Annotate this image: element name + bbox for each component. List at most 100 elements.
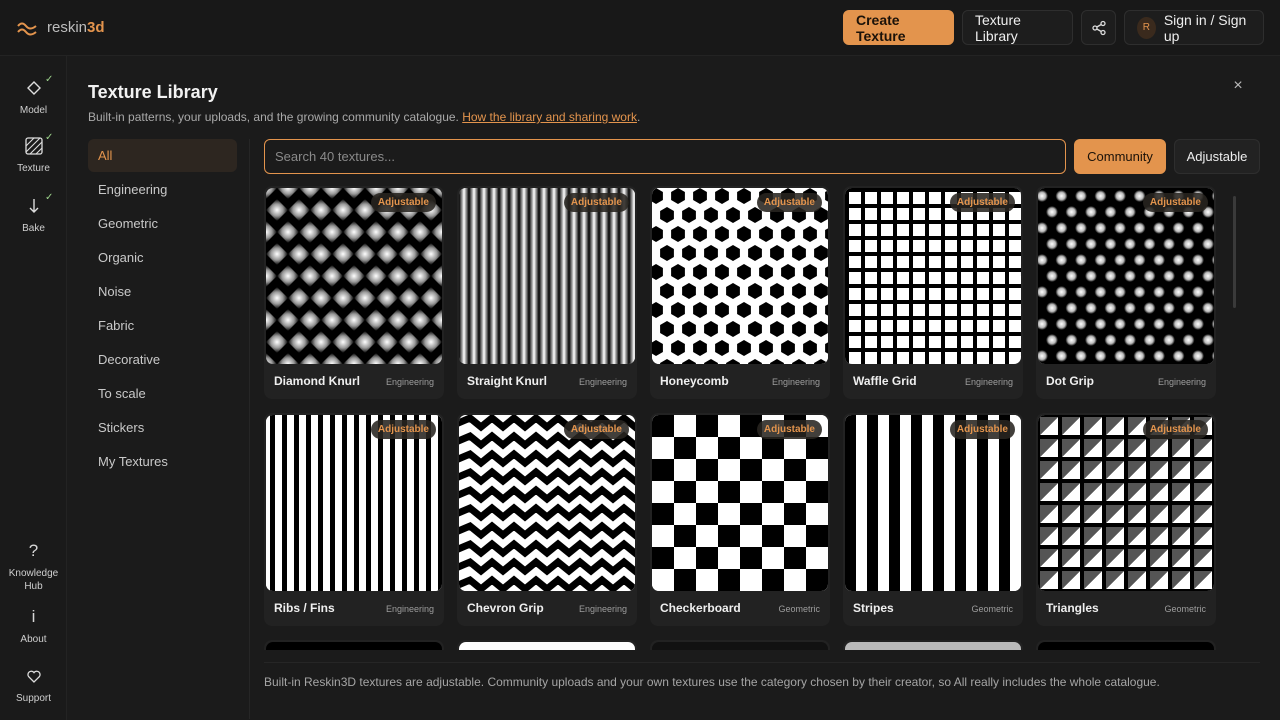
rail-item-texture[interactable]: ✓ Texture xyxy=(0,132,67,175)
adjustable-badge: Adjustable xyxy=(756,420,822,439)
texture-card[interactable]: Adjustable Ribs / Fins Engineering xyxy=(264,413,444,626)
rail-item-model[interactable]: ✓ Model xyxy=(0,74,67,117)
community-filter-button[interactable]: Community xyxy=(1074,139,1166,174)
texture-name: Waffle Grid xyxy=(853,374,917,388)
texture-card[interactable]: Adjustable Chevron Grip Engineering xyxy=(457,413,637,626)
texture-grid: Adjustable Diamond Knurl Engineering Adjust… xyxy=(264,186,1224,650)
texture-name: Honeycomb xyxy=(660,374,729,388)
texture-category: Geometric xyxy=(778,604,820,614)
texture-card[interactable] xyxy=(457,640,637,650)
adjustable-badge: Adjustable xyxy=(370,420,436,439)
scrollbar[interactable] xyxy=(1232,186,1238,650)
category-engineering[interactable]: Engineering xyxy=(88,173,237,206)
texture-thumbnail xyxy=(266,188,442,364)
rail-label-about: About xyxy=(20,634,47,645)
texture-card[interactable]: Adjustable Stripes Geometric xyxy=(843,413,1023,626)
close-icon[interactable]: × xyxy=(1228,76,1248,96)
category-my-textures[interactable]: My Textures xyxy=(88,445,237,478)
sign-in-button[interactable]: R Sign in / Sign up xyxy=(1124,10,1264,45)
divider xyxy=(249,139,250,719)
rail-label-bake: Bake xyxy=(22,223,45,234)
texture-category: Geometric xyxy=(1164,604,1206,614)
texture-thumbnail xyxy=(652,642,828,650)
adjustable-badge: Adjustable xyxy=(563,420,629,439)
library-help-link[interactable]: How the library and sharing work xyxy=(462,110,637,124)
rail-item-bake[interactable]: ✓ Bake xyxy=(0,192,67,235)
texture-card[interactable] xyxy=(1036,640,1216,650)
brand-logo[interactable]: reskin3d xyxy=(17,19,105,36)
texture-category: Engineering xyxy=(578,604,627,614)
category-all[interactable]: All xyxy=(88,139,237,172)
texture-thumbnail xyxy=(1038,642,1214,650)
texture-card[interactable]: Adjustable Dot Grip Engineering xyxy=(1036,186,1216,399)
texture-thumbnail xyxy=(459,642,635,650)
adjustable-badge: Adjustable xyxy=(563,193,629,212)
adjustable-badge: Adjustable xyxy=(1142,420,1208,439)
texture-thumbnail xyxy=(652,415,828,591)
diamond-icon xyxy=(26,76,41,100)
category-organic[interactable]: Organic xyxy=(88,241,237,274)
check-icon: ✓ xyxy=(45,74,54,85)
share-icon xyxy=(1091,20,1106,35)
rail-item-support[interactable]: Support xyxy=(0,664,67,705)
texture-name: Straight Knurl xyxy=(467,374,547,388)
texture-thumbnail xyxy=(845,415,1021,591)
texture-card[interactable]: Adjustable Waffle Grid Engineering xyxy=(843,186,1023,399)
texture-category: Engineering xyxy=(385,377,434,387)
category-decorative[interactable]: Decorative xyxy=(88,343,237,376)
search-input[interactable] xyxy=(264,139,1066,174)
category-noise[interactable]: Noise xyxy=(88,275,237,308)
rail-item-about[interactable]: i About xyxy=(0,605,67,646)
texture-thumbnail xyxy=(652,188,828,364)
rail-item-knowledge-hub[interactable]: ? Knowledge Hub xyxy=(0,539,67,593)
avatar: R xyxy=(1137,16,1156,39)
share-button[interactable] xyxy=(1081,10,1116,45)
check-icon: ✓ xyxy=(45,132,54,143)
texture-card[interactable] xyxy=(650,640,830,650)
texture-category: Engineering xyxy=(964,377,1013,387)
arrow-down-icon xyxy=(28,194,40,218)
adjustable-badge: Adjustable xyxy=(756,193,822,212)
info-icon: i xyxy=(31,607,36,626)
category-to-scale[interactable]: To scale xyxy=(88,377,237,410)
adjustable-badge: Adjustable xyxy=(370,193,436,212)
waves-icon xyxy=(17,22,37,35)
texture-thumbnail xyxy=(459,415,635,591)
texture-thumbnail xyxy=(845,642,1021,650)
adjustable-filter-button[interactable]: Adjustable xyxy=(1174,139,1260,174)
texture-library-button[interactable]: Texture Library xyxy=(962,10,1073,45)
texture-icon xyxy=(24,134,43,158)
texture-card[interactable]: Adjustable Triangles Geometric xyxy=(1036,413,1216,626)
texture-category: Engineering xyxy=(771,377,820,387)
divider xyxy=(264,662,1260,663)
create-texture-button[interactable]: Create Texture xyxy=(843,10,954,45)
sign-in-label: Sign in / Sign up xyxy=(1163,11,1247,44)
texture-card[interactable]: Adjustable Straight Knurl Engineering xyxy=(457,186,637,399)
texture-category: Engineering xyxy=(1157,377,1206,387)
rail-label-model: Model xyxy=(19,105,48,116)
category-fabric[interactable]: Fabric xyxy=(88,309,237,342)
footnote: Built-in Reskin3D textures are adjustabl… xyxy=(264,675,1160,689)
texture-card[interactable] xyxy=(843,640,1023,650)
texture-card[interactable]: Adjustable Diamond Knurl Engineering xyxy=(264,186,444,399)
texture-card[interactable]: Adjustable Honeycomb Engineering xyxy=(650,186,830,399)
texture-card[interactable]: Adjustable Checkerboard Geometric xyxy=(650,413,830,626)
check-icon: ✓ xyxy=(45,192,54,203)
adjustable-badge: Adjustable xyxy=(949,420,1015,439)
top-bar: reskin3d Create Texture Texture Library … xyxy=(0,0,1280,56)
category-geometric[interactable]: Geometric xyxy=(88,207,237,240)
texture-thumbnail xyxy=(266,415,442,591)
texture-thumbnail xyxy=(459,188,635,364)
texture-thumbnail xyxy=(1038,415,1214,591)
category-list: All Engineering Geometric Organic Noise Fabri… xyxy=(88,139,237,479)
panel-title: Texture Library xyxy=(88,82,218,102)
brand-name: reskin3d xyxy=(47,19,105,36)
texture-card[interactable] xyxy=(264,640,444,650)
texture-category: Geometric xyxy=(971,604,1013,614)
adjustable-badge: Adjustable xyxy=(949,193,1015,212)
rail-label-texture: Texture xyxy=(17,163,50,174)
texture-name: Diamond Knurl xyxy=(274,374,360,388)
rail-label-knowledge-hub: Knowledge Hub xyxy=(8,568,59,592)
texture-library-panel: Texture Library Built-in patterns, your … xyxy=(67,56,1280,720)
category-stickers[interactable]: Stickers xyxy=(88,411,237,444)
